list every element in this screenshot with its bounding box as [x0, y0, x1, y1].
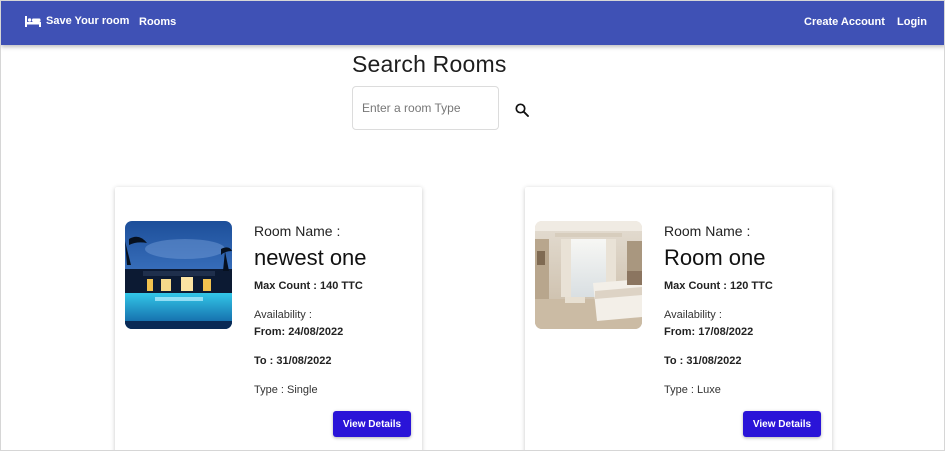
availability-to: To : 31/08/2022: [254, 355, 332, 367]
brand-label: Save Your room: [46, 15, 130, 27]
nav-create-account-link[interactable]: Create Account: [804, 16, 885, 28]
search-button[interactable]: [511, 101, 533, 123]
room-photo-bedroom: [535, 221, 642, 329]
nav-login-link[interactable]: Login: [897, 16, 927, 28]
room-type: Type : Luxe: [664, 384, 721, 396]
room-card: Room Name : newest one Max Count : 140 T…: [115, 187, 422, 450]
availability-to: To : 31/08/2022: [664, 355, 742, 367]
room-name-label: Room Name :: [254, 223, 341, 239]
room-type-search-input[interactable]: [352, 86, 499, 130]
availability-from: From: 17/08/2022: [664, 326, 754, 338]
room-type: Type : Single: [254, 384, 318, 396]
app-window: Save Your room Rooms Create Account Logi…: [0, 0, 945, 451]
page-title: Search Rooms: [352, 51, 507, 77]
room-card: Room Name : Room one Max Count : 120 TTC…: [525, 187, 832, 450]
nav-rooms-link[interactable]: Rooms: [139, 16, 176, 28]
room-name-label: Room Name :: [664, 223, 751, 239]
top-navbar: Save Your room Rooms Create Account Logi…: [1, 1, 944, 45]
room-name: Room one: [664, 245, 766, 270]
view-details-button[interactable]: View Details: [743, 411, 821, 437]
search-icon: [515, 102, 529, 122]
max-count: Max Count : 120 TTC: [664, 280, 773, 292]
availability-from: From: 24/08/2022: [254, 326, 344, 338]
room-name: newest one: [254, 245, 367, 270]
room-photo-pool-villa: [125, 221, 232, 329]
brand-link[interactable]: Save Your room: [25, 15, 129, 27]
availability-label: Availability :: [254, 309, 312, 321]
max-count: Max Count : 140 TTC: [254, 280, 363, 292]
bed-icon: [25, 15, 41, 27]
availability-label: Availability :: [664, 309, 722, 321]
view-details-button[interactable]: View Details: [333, 411, 411, 437]
